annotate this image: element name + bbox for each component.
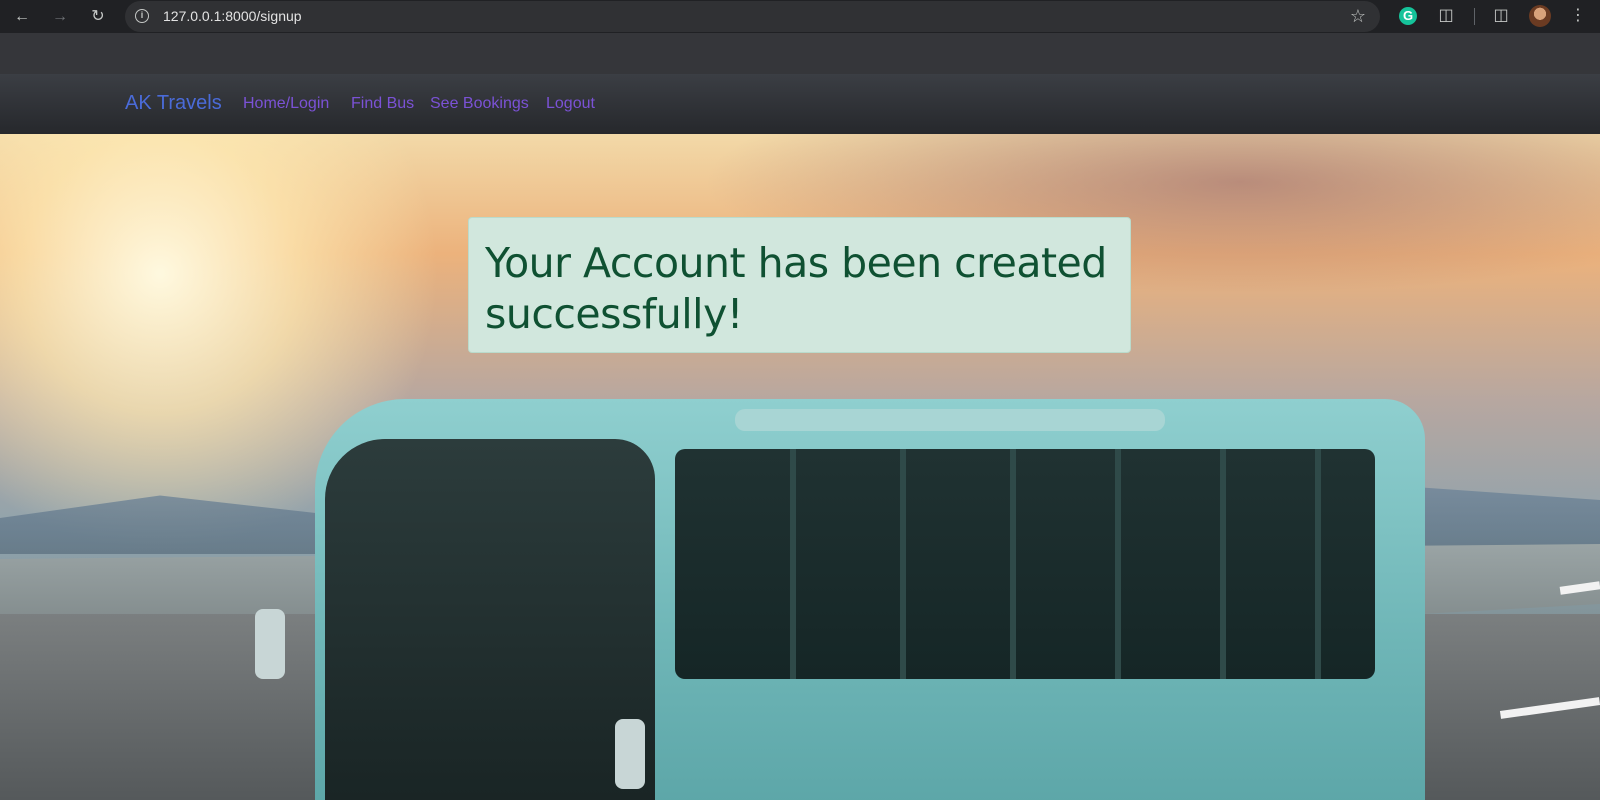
success-alert: Your Account has been created successful… <box>468 217 1131 353</box>
back-icon[interactable]: ← <box>10 5 34 29</box>
window-separator <box>1220 449 1226 679</box>
window-separator <box>1315 449 1321 679</box>
site-navbar: AK Travels Home/Login Find Bus See Booki… <box>0 74 1600 134</box>
info-icon[interactable]: i <box>135 9 149 23</box>
window-separator <box>1115 449 1121 679</box>
reload-icon[interactable]: ↻ <box>86 5 110 29</box>
grammarly-icon[interactable]: G <box>1399 7 1417 25</box>
side-panel-icon[interactable]: ◫ <box>1490 5 1512 27</box>
extensions-icon[interactable]: ◫ <box>1435 5 1457 27</box>
window-separator <box>1010 449 1016 679</box>
bus-illustration <box>255 359 1435 800</box>
window-separator <box>790 449 796 679</box>
bookmarks-bar <box>0 33 1600 74</box>
bus-roof-vent <box>735 409 1165 431</box>
browser-toolbar: ← → ↻ i 127.0.0.1:8000/signup ☆ G ◫ ◫ ⋮ <box>0 0 1600 33</box>
forward-icon[interactable]: → <box>48 5 72 29</box>
profile-avatar[interactable] <box>1529 5 1551 27</box>
star-icon[interactable]: ☆ <box>1350 6 1366 27</box>
bus-mirror <box>615 719 645 789</box>
nav-link-home-login[interactable]: Home/Login <box>243 95 329 113</box>
nav-link-find-bus[interactable]: Find Bus <box>351 95 414 113</box>
menu-icon[interactable]: ⋮ <box>1567 5 1589 27</box>
success-message: Your Account has been created successful… <box>485 239 1107 338</box>
toolbar-divider <box>1474 8 1475 25</box>
address-bar[interactable]: i 127.0.0.1:8000/signup ☆ <box>125 1 1380 32</box>
url-text[interactable]: 127.0.0.1:8000/signup <box>163 8 302 24</box>
nav-link-see-bookings[interactable]: See Bookings <box>430 95 529 113</box>
bus-windows <box>675 449 1375 679</box>
bus-windshield <box>325 439 655 800</box>
window-separator <box>900 449 906 679</box>
bus-mirror <box>255 609 285 679</box>
brand-link[interactable]: AK Travels <box>125 92 222 115</box>
nav-link-logout[interactable]: Logout <box>546 95 595 113</box>
